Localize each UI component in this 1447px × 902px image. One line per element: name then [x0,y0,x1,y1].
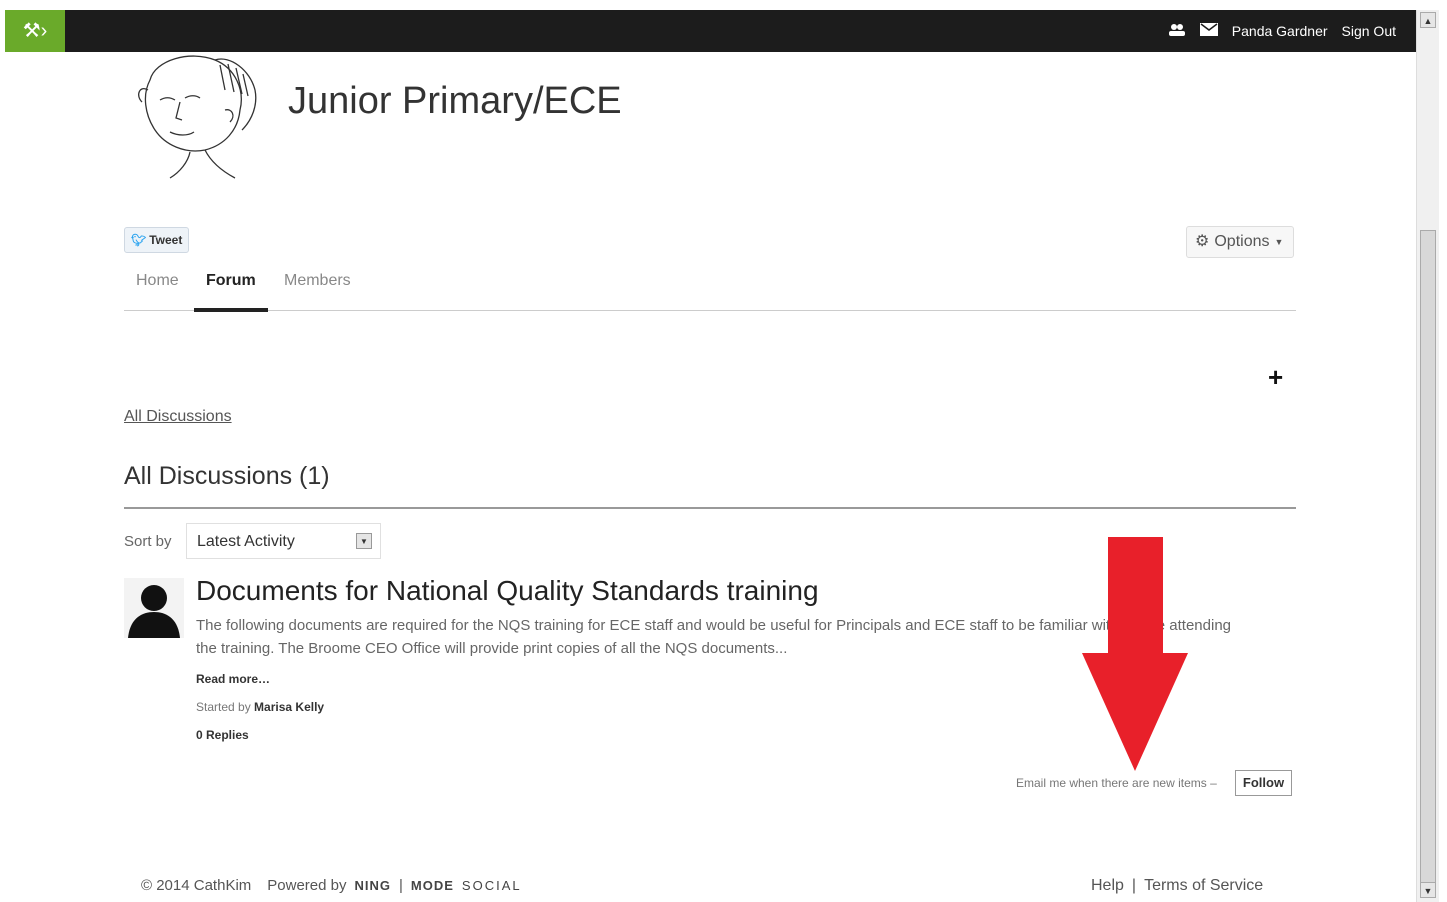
top-bar: ⚒› Panda Gardner Sign Out [5,10,1416,52]
top-bar-user-area: Panda Gardner Sign Out [1168,10,1396,52]
options-label: Options [1214,233,1270,250]
options-button[interactable]: ⚙ Options ▼ [1186,226,1295,258]
dropdown-arrow-icon[interactable]: ▼ [356,533,372,549]
gear-icon: ⚙ [1195,233,1210,250]
sort-select[interactable]: Latest Activity ▼ [186,523,381,559]
annotation-arrow-icon [1082,537,1188,771]
ning-logo[interactable]: NING [355,878,392,893]
follow-button[interactable]: Follow [1235,770,1292,796]
section-divider [124,507,1296,509]
all-discussions-link[interactable]: All Discussions [124,408,232,426]
footer-right: Help | Terms of Service [1091,877,1263,895]
powered-by: Powered by [267,877,347,894]
footer-separator: | [1131,877,1137,894]
group-logo [130,50,265,180]
started-by: Started by Marisa Kelly [196,700,324,714]
sort-value: Latest Activity [197,533,295,550]
read-more-link[interactable]: Read more… [196,672,270,686]
tab-home[interactable]: Home [136,268,179,308]
sort-label: Sort by [124,533,172,550]
avatar[interactable] [124,578,184,638]
replies-count[interactable]: 0 Replies [196,728,249,742]
mode-logo[interactable]: MODE [411,878,454,893]
scroll-up-icon[interactable]: ▲ [1420,12,1436,28]
tweet-button[interactable]: 🐦︎ Tweet [124,227,190,253]
ning-menu-button[interactable]: ⚒› [5,10,65,52]
mail-icon[interactable] [1199,23,1218,39]
tweet-label: Tweet [149,233,183,247]
terms-link[interactable]: Terms of Service [1144,877,1263,895]
person-silhouette-icon [128,585,180,638]
scroll-thumb[interactable] [1420,230,1436,890]
help-link[interactable]: Help [1091,877,1124,895]
sign-out-link[interactable]: Sign Out [1342,23,1396,39]
copyright: © 2014 CathKim [141,877,252,894]
user-name-link[interactable]: Panda Gardner [1232,23,1328,39]
add-discussion-button[interactable]: + [1268,362,1283,393]
tab-forum[interactable]: Forum [194,268,268,312]
group-tabs: Home Forum Members [124,268,1296,312]
author-link[interactable]: Marisa Kelly [254,700,324,714]
footer-left: © 2014 CathKim Powered by NING | MODE SOC… [141,877,522,894]
discussion-title-link[interactable]: Documents for National Quality Standards… [196,575,819,607]
started-by-prefix: Started by [196,700,251,714]
email-follow-note: Email me when there are new items – [1016,776,1217,790]
section-title: All Discussions (1) [124,462,330,490]
tab-members[interactable]: Members [284,268,351,308]
tools-icon: ⚒› [22,20,48,42]
social-logo[interactable]: SOCIAL [462,878,522,893]
twitter-bird-icon: 🐦︎ [131,233,147,247]
vertical-scrollbar[interactable]: ▲ ▼ [1416,10,1439,902]
scroll-down-icon[interactable]: ▼ [1420,882,1436,898]
caret-down-icon: ▼ [1274,237,1284,247]
brand-separator: | [399,877,403,894]
friends-icon[interactable] [1168,23,1186,40]
group-title: Junior Primary/ECE [288,80,622,122]
